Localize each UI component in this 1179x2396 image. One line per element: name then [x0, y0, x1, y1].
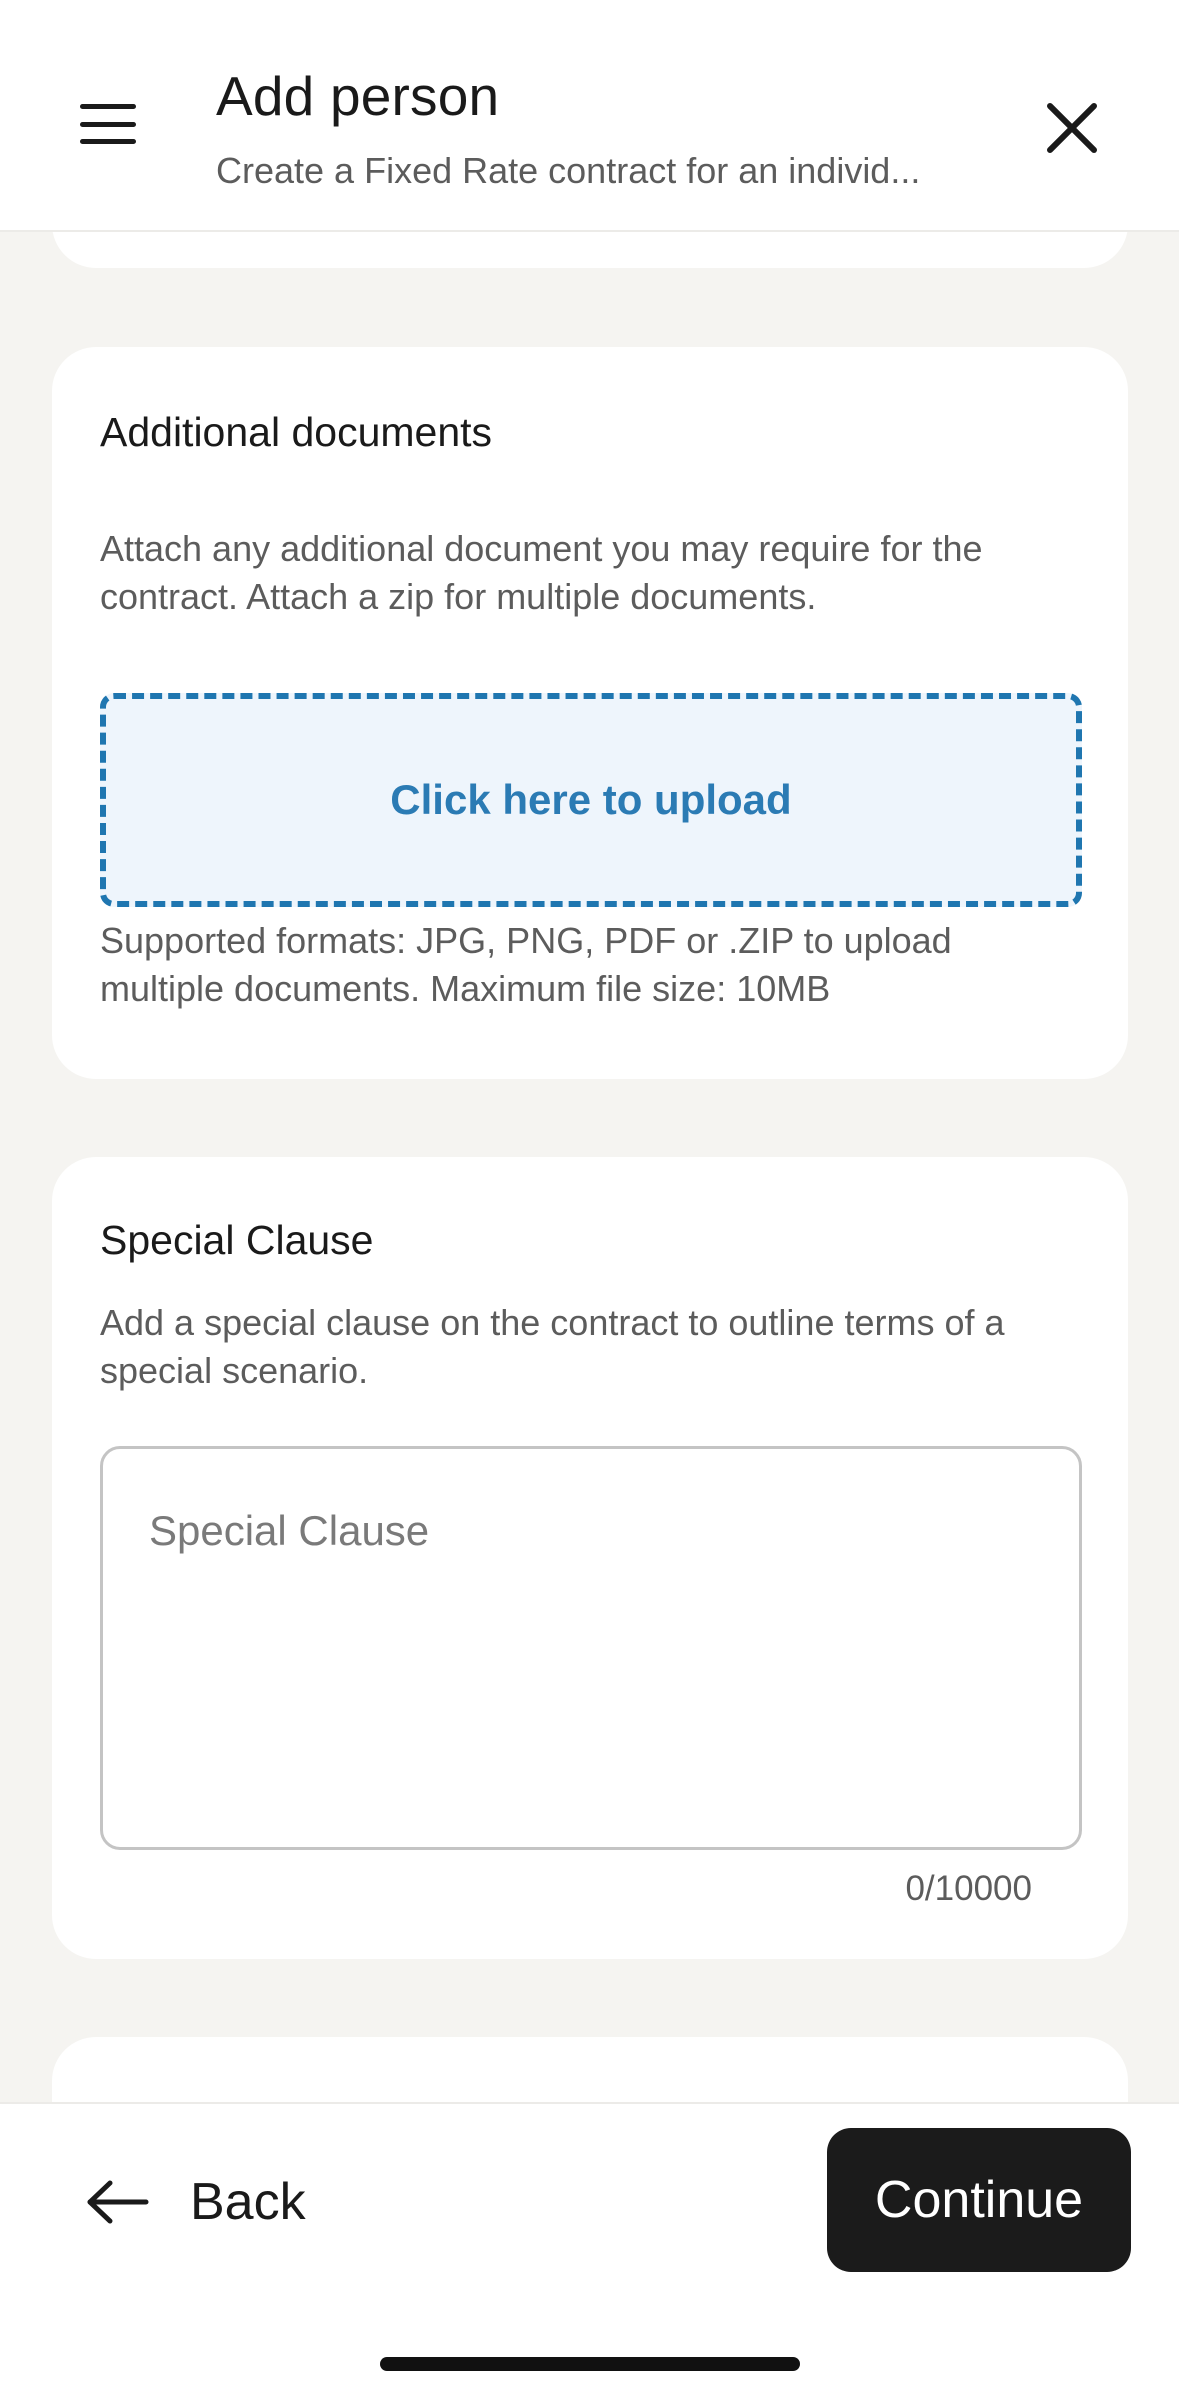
- page-subtitle: Create a Fixed Rate contract for an indi…: [216, 150, 921, 191]
- upload-label: Click here to upload: [390, 776, 792, 823]
- back-button[interactable]: Back: [86, 2152, 306, 2252]
- upload-dropzone[interactable]: Click here to upload: [100, 693, 1082, 907]
- supported-formats-hint: Supported formats: JPG, PNG, PDF or .ZIP…: [100, 920, 952, 1009]
- add-person-screen: Add person Create a Fixed Rate contract …: [0, 0, 1179, 2396]
- special-clause-field: [100, 1446, 1082, 1850]
- section-description: Attach any additional document you may r…: [100, 528, 983, 617]
- section-title: Additional documents: [100, 409, 493, 455]
- arrow-left-icon: [87, 2180, 149, 2224]
- page-title: Add person: [216, 65, 500, 127]
- back-label: Back: [190, 2173, 306, 2231]
- special-clause-textarea[interactable]: [103, 1449, 1079, 1847]
- character-counter: 0/10000: [905, 1869, 1032, 1908]
- top-bar: Add person Create a Fixed Rate contract …: [0, 0, 1179, 232]
- home-indicator: [380, 2357, 800, 2371]
- hamburger-menu-icon[interactable]: [70, 96, 146, 152]
- continue-button[interactable]: Continue: [827, 2128, 1131, 2272]
- additional-documents-card: Additional documents Attach any addition…: [52, 347, 1128, 1079]
- special-clause-card: Special Clause Add a special clause on t…: [52, 1157, 1128, 1959]
- close-icon[interactable]: [1040, 96, 1104, 160]
- section-description: Add a special clause on the contract to …: [100, 1302, 1005, 1391]
- section-title: Special Clause: [100, 1217, 374, 1263]
